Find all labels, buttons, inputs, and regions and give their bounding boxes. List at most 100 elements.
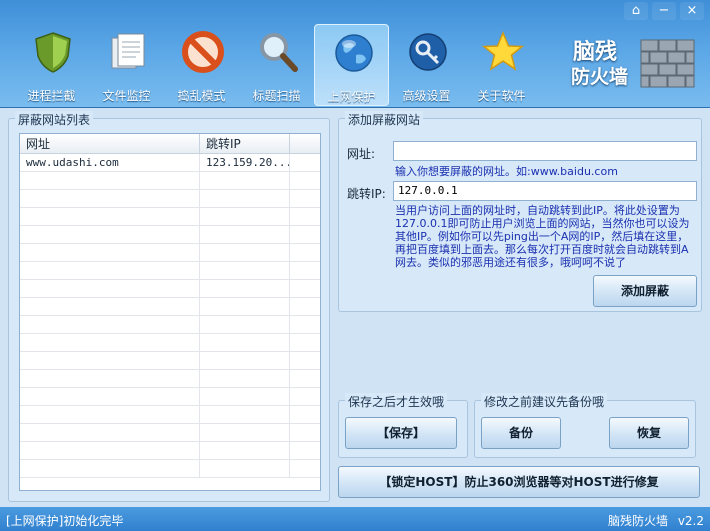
empty-cell xyxy=(200,352,290,369)
empty-cell xyxy=(20,298,200,315)
empty-cell xyxy=(200,208,290,225)
empty-cell xyxy=(290,370,320,387)
empty-cell xyxy=(290,244,320,261)
empty-cell xyxy=(200,226,290,243)
empty-row xyxy=(20,280,320,298)
cell-url: www.udashi.com xyxy=(20,154,200,171)
empty-cell xyxy=(200,370,290,387)
group-title: 添加屏蔽网站 xyxy=(345,111,424,128)
toolbar-tabs: 进程拦截 文件监控 捣乱模式 标题扫描 上网保护 高级设置 关于软件 xyxy=(14,24,539,106)
column-header-filler xyxy=(290,134,320,153)
empty-cell xyxy=(20,334,200,351)
empty-cell xyxy=(200,298,290,315)
empty-cell xyxy=(200,172,290,189)
document-icon xyxy=(111,33,145,69)
empty-row xyxy=(20,244,320,262)
table-row[interactable]: www.udashi.com 123.159.20... xyxy=(20,154,320,172)
tab-file-monitor[interactable]: 文件监控 xyxy=(89,24,164,106)
column-header-ip[interactable]: 跳转IP xyxy=(200,134,290,153)
tab-chaos-mode[interactable]: 捣乱模式 xyxy=(164,24,239,106)
empty-cell xyxy=(200,190,290,207)
empty-row xyxy=(20,262,320,280)
empty-cell xyxy=(20,244,200,261)
empty-cell xyxy=(200,424,290,441)
tab-label: 标题扫描 xyxy=(252,89,301,103)
status-product: 脑残防火墙 v2.2 xyxy=(608,512,704,529)
empty-cell xyxy=(290,208,320,225)
empty-cell xyxy=(290,460,320,477)
empty-row xyxy=(20,370,320,388)
tab-about[interactable]: 关于软件 xyxy=(464,24,539,106)
empty-cell xyxy=(20,370,200,387)
skin-button[interactable]: ⌂ xyxy=(624,2,648,20)
tab-title-scan[interactable]: 标题扫描 xyxy=(239,24,314,106)
empty-cell xyxy=(20,424,200,441)
group-title: 屏蔽网站列表 xyxy=(15,111,94,128)
empty-cell xyxy=(290,352,320,369)
empty-row xyxy=(20,388,320,406)
empty-cell xyxy=(20,352,200,369)
add-site-group: 添加屏蔽网站 网址: 输入你想要屏蔽的网址。如:www.baidu.com 跳转… xyxy=(338,111,702,312)
blocked-site-list[interactable]: 网址 跳转IP www.udashi.com 123.159.20... xyxy=(19,133,321,491)
empty-row xyxy=(20,442,320,460)
empty-cell xyxy=(20,190,200,207)
empty-cell xyxy=(200,460,290,477)
empty-cell xyxy=(200,244,290,261)
ip-input[interactable]: 127.0.0.1 xyxy=(393,181,697,201)
cell-ip: 123.159.20... xyxy=(200,154,290,171)
save-group: 保存之后才生效哦 【保存】 xyxy=(338,393,468,458)
minimize-button[interactable]: − xyxy=(652,2,676,20)
group-title: 修改之前建议先备份哦 xyxy=(481,393,608,410)
empty-row xyxy=(20,190,320,208)
empty-row xyxy=(20,424,320,442)
empty-cell xyxy=(290,388,320,405)
add-block-button[interactable]: 添加屏蔽 xyxy=(593,275,697,307)
empty-cell xyxy=(20,442,200,459)
empty-row xyxy=(20,316,320,334)
empty-cell xyxy=(290,316,320,333)
lock-host-button[interactable]: 【锁定HOST】防止360浏览器等对HOST进行修复 xyxy=(338,466,700,498)
backup-button[interactable]: 备份 xyxy=(481,417,561,449)
cell-filler xyxy=(290,154,320,171)
tab-process-block[interactable]: 进程拦截 xyxy=(14,24,89,106)
close-button[interactable]: × xyxy=(680,2,704,20)
ip-hint: 当用户访问上面的网址时，自动跳转到此IP。将此处设置为127.0.0.1即可防止… xyxy=(395,204,690,269)
empty-row xyxy=(20,226,320,244)
empty-cell xyxy=(200,334,290,351)
empty-cell xyxy=(200,280,290,297)
blocked-list-group: 屏蔽网站列表 网址 跳转IP www.udashi.com 123.159.20… xyxy=(8,111,330,502)
column-header-url[interactable]: 网址 xyxy=(20,134,200,153)
tab-label: 高级设置 xyxy=(402,89,451,103)
restore-button[interactable]: 恢复 xyxy=(609,417,689,449)
brick-wall-icon xyxy=(640,39,695,88)
ip-label: 跳转IP: xyxy=(347,187,386,201)
empty-cell xyxy=(290,442,320,459)
status-message: [上网保护]初始化完毕 xyxy=(6,514,124,528)
empty-cell xyxy=(200,442,290,459)
empty-cell xyxy=(20,316,200,333)
tab-label: 文件监控 xyxy=(102,89,151,103)
star-icon xyxy=(481,31,525,71)
empty-cell xyxy=(290,226,320,243)
tab-web-protection[interactable]: 上网保护 xyxy=(314,24,389,106)
url-label: 网址: xyxy=(347,147,376,161)
url-input[interactable] xyxy=(393,141,697,161)
empty-cell xyxy=(200,388,290,405)
empty-cell xyxy=(20,226,200,243)
group-title: 保存之后才生效哦 xyxy=(345,393,448,410)
brand-title-line2: 防火墙 xyxy=(571,66,629,88)
empty-row xyxy=(20,208,320,226)
empty-cell xyxy=(290,280,320,297)
empty-cell xyxy=(290,190,320,207)
tab-advanced-settings[interactable]: 高级设置 xyxy=(389,24,464,106)
empty-row xyxy=(20,406,320,424)
save-button[interactable]: 【保存】 xyxy=(345,417,457,449)
tab-label: 捣乱模式 xyxy=(177,89,226,103)
magnifier-icon xyxy=(260,33,298,72)
empty-cell xyxy=(20,208,200,225)
empty-cell xyxy=(20,406,200,423)
tab-label: 上网保护 xyxy=(327,90,376,104)
shield-icon xyxy=(35,32,71,73)
url-hint: 输入你想要屏蔽的网址。如:www.baidu.com xyxy=(395,165,618,178)
empty-cell xyxy=(290,172,320,189)
